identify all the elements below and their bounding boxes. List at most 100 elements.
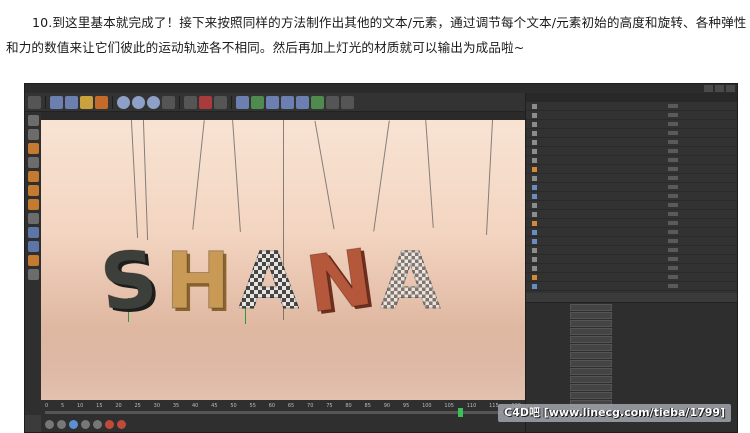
object-manager-menu[interactable]: [526, 93, 737, 102]
visibility-toggle[interactable]: [668, 113, 678, 117]
scene-icon[interactable]: [311, 95, 324, 109]
object-row[interactable]: [526, 111, 737, 120]
light-icon[interactable]: [341, 95, 354, 109]
attribute-field[interactable]: [570, 343, 612, 351]
previous-key-icon[interactable]: [57, 420, 66, 429]
attribute-field[interactable]: [570, 359, 612, 367]
render-settings-icon[interactable]: [214, 95, 227, 109]
visibility-toggle[interactable]: [668, 266, 678, 270]
attribute-field[interactable]: [570, 383, 612, 391]
attribute-field[interactable]: [570, 303, 612, 311]
polygons-mode-icon[interactable]: [27, 199, 39, 210]
visibility-toggle[interactable]: [668, 158, 678, 162]
object-row[interactable]: [526, 228, 737, 237]
maximize-icon[interactable]: [715, 85, 724, 92]
axis-mode-icon[interactable]: [27, 213, 39, 224]
object-row[interactable]: [526, 246, 737, 255]
object-row[interactable]: [526, 237, 737, 246]
texture-mode-icon[interactable]: [27, 143, 39, 154]
autokey-icon[interactable]: [117, 420, 126, 429]
lock-icon[interactable]: [27, 241, 39, 252]
attribute-field[interactable]: [570, 375, 612, 383]
visibility-toggle[interactable]: [668, 149, 678, 153]
object-row[interactable]: [526, 102, 737, 111]
scale-tool-icon[interactable]: [80, 95, 93, 109]
model-mode-icon[interactable]: [27, 129, 39, 140]
visibility-toggle[interactable]: [668, 239, 678, 243]
points-mode-icon[interactable]: [27, 171, 39, 182]
go-to-end-icon[interactable]: [93, 420, 102, 429]
make-editable-icon[interactable]: [27, 115, 39, 126]
visibility-toggle[interactable]: [668, 194, 678, 198]
visibility-toggle[interactable]: [668, 140, 678, 144]
cube-object-icon[interactable]: [236, 95, 249, 109]
object-row[interactable]: [526, 210, 737, 219]
record-icon[interactable]: [105, 420, 114, 429]
visibility-toggle[interactable]: [668, 176, 678, 180]
next-key-icon[interactable]: [81, 420, 90, 429]
visibility-toggle[interactable]: [668, 167, 678, 171]
letter-n[interactable]: N: [300, 232, 378, 331]
attribute-field[interactable]: [570, 311, 612, 319]
letter-a-2[interactable]: A: [380, 242, 441, 323]
visibility-toggle[interactable]: [668, 284, 678, 288]
sculpt-icon[interactable]: [27, 255, 39, 266]
close-icon[interactable]: [726, 85, 735, 92]
render-picture-viewer-icon[interactable]: [199, 95, 212, 109]
attribute-field[interactable]: [570, 335, 612, 343]
object-row[interactable]: [526, 273, 737, 282]
select-tool-icon[interactable]: [50, 95, 63, 109]
edges-mode-icon[interactable]: [27, 185, 39, 196]
visibility-toggle[interactable]: [668, 131, 678, 135]
timeline-track[interactable]: [45, 411, 521, 414]
camera-icon[interactable]: [326, 95, 339, 109]
object-row[interactable]: [526, 192, 737, 201]
object-row[interactable]: [526, 129, 737, 138]
object-row[interactable]: [526, 138, 737, 147]
current-frame-marker[interactable]: [458, 408, 463, 417]
z-axis-icon[interactable]: [147, 95, 160, 109]
minimize-icon[interactable]: [704, 85, 713, 92]
snap-icon[interactable]: [27, 227, 39, 238]
visibility-toggle[interactable]: [668, 185, 678, 189]
object-row[interactable]: [526, 201, 737, 210]
object-row[interactable]: [526, 156, 737, 165]
attribute-field[interactable]: [570, 391, 612, 399]
coordinate-system-icon[interactable]: [162, 95, 175, 109]
object-row[interactable]: [526, 183, 737, 192]
undo-icon[interactable]: [28, 95, 41, 109]
object-row[interactable]: [526, 165, 737, 174]
letter-s[interactable]: S: [96, 234, 162, 330]
object-row[interactable]: [526, 147, 737, 156]
y-axis-icon[interactable]: [132, 95, 145, 109]
nurbs-icon[interactable]: [266, 95, 279, 109]
spline-icon[interactable]: [251, 95, 264, 109]
3d-viewport[interactable]: S H A N A: [41, 120, 525, 400]
letter-a[interactable]: A: [238, 242, 299, 323]
timeline[interactable]: 0 5 10 15 20 25 30 35 40 45 50 55 60 65 …: [41, 400, 525, 432]
object-row[interactable]: [526, 264, 737, 273]
letter-h[interactable]: H: [165, 242, 231, 323]
play-icon[interactable]: [69, 420, 78, 429]
visibility-toggle[interactable]: [668, 257, 678, 261]
workplane-icon[interactable]: [27, 157, 39, 168]
visibility-toggle[interactable]: [668, 122, 678, 126]
attribute-field[interactable]: [570, 327, 612, 335]
rotate-tool-icon[interactable]: [95, 95, 108, 109]
render-view-icon[interactable]: [184, 95, 197, 109]
object-row[interactable]: [526, 282, 737, 291]
visibility-toggle[interactable]: [668, 248, 678, 252]
deformer-icon[interactable]: [296, 95, 309, 109]
visibility-toggle[interactable]: [668, 275, 678, 279]
go-to-start-icon[interactable]: [45, 420, 54, 429]
visibility-toggle[interactable]: [668, 221, 678, 225]
object-row[interactable]: [526, 219, 737, 228]
visibility-toggle[interactable]: [668, 230, 678, 234]
array-icon[interactable]: [281, 95, 294, 109]
grid-icon[interactable]: [27, 269, 39, 280]
visibility-toggle[interactable]: [668, 104, 678, 108]
visibility-toggle[interactable]: [668, 203, 678, 207]
attribute-field[interactable]: [570, 351, 612, 359]
visibility-toggle[interactable]: [668, 212, 678, 216]
move-tool-icon[interactable]: [65, 95, 78, 109]
